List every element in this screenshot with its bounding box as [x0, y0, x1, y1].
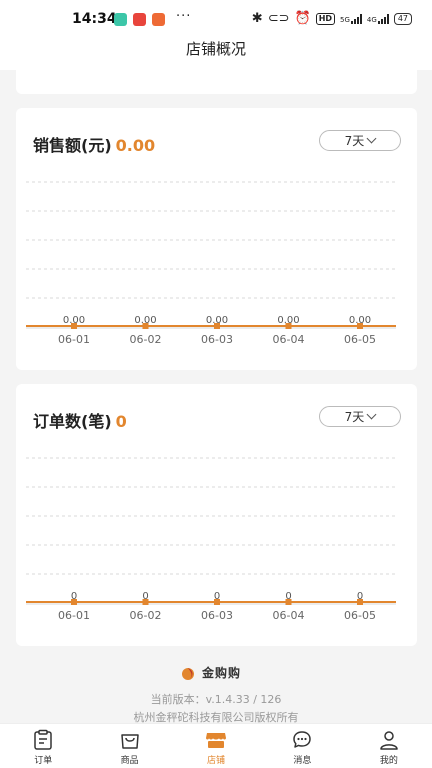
tab-goods[interactable]: 商品 [86, 724, 172, 768]
x-tick-label: 06-01 [58, 609, 90, 622]
tab-label: 商品 [120, 756, 139, 766]
hd-icon: HD [315, 13, 336, 25]
status-indicators: ✱ ⊂⊃ ⏰ HD 5G 4G 47 [252, 12, 412, 26]
tab-messages[interactable]: 消息 [259, 724, 345, 768]
orders-line-chart: 0 06-01 0 06-02 0 06-03 0 06-04 0 06-05 [26, 457, 396, 622]
sales-card: 销售额(元) 0.00 7天 0.00 06-01 0.00 06-02 0.00 06-0… [16, 108, 417, 370]
data-label: 0.00 [63, 315, 85, 326]
nav-header: 店铺概况 [0, 40, 432, 70]
tab-store[interactable]: 店铺 [173, 724, 259, 768]
data-label: 0.00 [277, 315, 299, 326]
bluetooth-icon: ✱ [251, 11, 263, 26]
brand-logo: 金购购 [181, 666, 241, 680]
chevron-down-icon [366, 409, 377, 420]
tab-label: 我的 [379, 756, 398, 766]
data-label: 0.00 [206, 315, 228, 326]
sales-period-label: 7天 [344, 134, 365, 148]
logo-text: 金购购 [202, 666, 242, 680]
tab-profile[interactable]: 我的 [346, 724, 432, 768]
message-icon [293, 731, 312, 748]
sales-period-dropdown[interactable]: 7天 [319, 130, 401, 151]
x-tick-label: 06-01 [58, 333, 90, 346]
signal-4g-icon: 4G [367, 14, 389, 24]
orders-title: 订单数(笔) 0 [33, 408, 127, 432]
sales-title: 销售额(元) 0.00 [33, 132, 155, 156]
notification-app-icon [114, 13, 127, 26]
network-type-label: 5G [340, 16, 350, 24]
notification-app-icon [133, 13, 146, 26]
tab-orders[interactable]: 订单 [0, 724, 86, 768]
x-tick-label: 06-05 [344, 333, 376, 346]
data-label: 0.00 [134, 315, 156, 326]
data-label: 0 [142, 591, 148, 602]
x-tick-label: 06-02 [130, 609, 162, 622]
data-label: 0.00 [349, 315, 371, 326]
tab-label: 店铺 [207, 756, 226, 766]
x-tick-label: 06-03 [201, 609, 233, 622]
goods-icon [120, 734, 139, 749]
data-label: 0 [285, 591, 291, 602]
summary-card [16, 70, 417, 94]
sales-title-label: 销售额(元) [33, 136, 112, 155]
chevron-down-icon [366, 133, 377, 144]
orders-card: 订单数(笔) 0 7天 0 06-01 0 06-02 0 06-03 0 06-04 0 06-0… [16, 384, 417, 646]
x-tick-label: 06-03 [201, 333, 233, 346]
notification-app-icon [152, 13, 165, 26]
bottom-tab-bar: 订单 商品 店铺 消息 我的 [0, 723, 432, 768]
battery-icon: 47 [393, 13, 412, 25]
status-time: 14:34 [72, 11, 117, 27]
tab-label: 消息 [293, 756, 312, 766]
profile-icon [380, 731, 398, 750]
app-version: 当前版本：v.1.4.33 / 126 [150, 693, 282, 706]
x-tick-label: 06-04 [273, 609, 305, 622]
orders-total: 0 [115, 412, 127, 431]
order-icon [34, 729, 52, 750]
x-tick-label: 06-02 [130, 333, 162, 346]
alarm-icon: ⏰ [294, 11, 311, 26]
nfc-icon: ⊂⊃ [267, 11, 290, 26]
page-title: 店铺概况 [185, 40, 246, 58]
orders-period-label: 7天 [344, 410, 365, 424]
network-type-label: 4G [366, 16, 377, 24]
data-label: 0 [357, 591, 363, 602]
store-icon [206, 733, 227, 748]
logo-flame-icon [182, 668, 194, 680]
signal-5g-icon: 5G [340, 14, 362, 24]
orders-title-label: 订单数(笔) [33, 412, 112, 431]
data-label: 0 [214, 591, 220, 602]
status-bar: 14:34 ··· ✱ ⊂⊃ ⏰ HD 5G 4G 47 [0, 0, 432, 40]
x-tick-label: 06-04 [273, 333, 305, 346]
sales-total: 0.00 [115, 136, 156, 155]
orders-period-dropdown[interactable]: 7天 [319, 406, 401, 427]
data-label: 0 [71, 591, 77, 602]
x-tick-label: 06-05 [344, 609, 376, 622]
tab-label: 订单 [34, 756, 53, 766]
more-notifications-icon: ··· [176, 9, 192, 24]
sales-line-chart: 0.00 06-01 0.00 06-02 0.00 06-03 0.00 06-04 0.00… [26, 181, 396, 346]
